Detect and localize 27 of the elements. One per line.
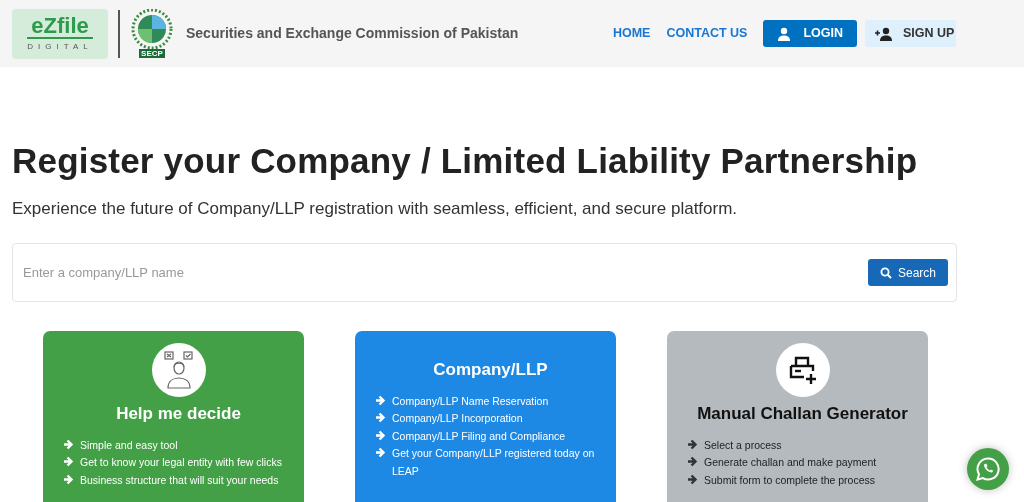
feature-text: Get to know your legal entity with few clicks xyxy=(80,455,282,470)
login-button[interactable]: LOGIN xyxy=(763,20,857,47)
emblem-label: SECP xyxy=(139,48,165,59)
search-field[interactable]: Enter a company/LLP name Search xyxy=(12,243,957,302)
ezfile-logo[interactable]: eZfile DIGITAL xyxy=(12,8,108,59)
feature-text: Submit form to complete the process xyxy=(704,472,875,488)
page-title: Register your Company / Limited Liability Partnership xyxy=(12,140,919,182)
card-title: Help me decide xyxy=(115,403,242,425)
service-card[interactable]: Company/LLP Company/LLP Name Reservation Company/LLP Incorporation Company/LLP Filing and Compliance Get your Company/LLP registered today on LEAP xyxy=(355,331,616,502)
feature-text: Company/LLP Filing and Compliance xyxy=(392,428,566,444)
organization-name: Securities and Exchange Commission of Pakistan xyxy=(186,24,519,43)
nav-link[interactable]: CONTACT US xyxy=(666,24,748,43)
search-button[interactable]: Search xyxy=(867,259,948,286)
feature-text: Company/LLP Name Reservation xyxy=(392,393,549,409)
feature-text: Simple and easy tool xyxy=(80,437,178,453)
feature-text: Select a process xyxy=(704,437,782,453)
signup-button[interactable]: SIGN UP xyxy=(865,20,956,47)
nav-link[interactable]: HOME xyxy=(612,24,651,43)
feature-text: Company/LLP Incorporation xyxy=(392,411,523,426)
service-card[interactable]: Help me decide Simple and easy tool Get to know your legal entity with few clicks Business structure that will suit your needs xyxy=(43,331,304,502)
service-card[interactable]: Manual Challan Generator Select a process Generate challan and make payment Submit form to complete the process xyxy=(667,331,928,502)
feature-text: Get your Company/LLP registered today on LEAP xyxy=(392,446,596,479)
feature-text: Business structure that will suit your needs xyxy=(80,472,279,488)
page-subtitle: Experience the future of Company/LLP registration with seamless, efficient, and secure platform. xyxy=(12,197,739,220)
card-title: Company/LLP xyxy=(432,359,549,381)
feature-text: Generate challan and make payment xyxy=(704,455,877,470)
card-title: Manual Challan Generator xyxy=(696,403,909,425)
